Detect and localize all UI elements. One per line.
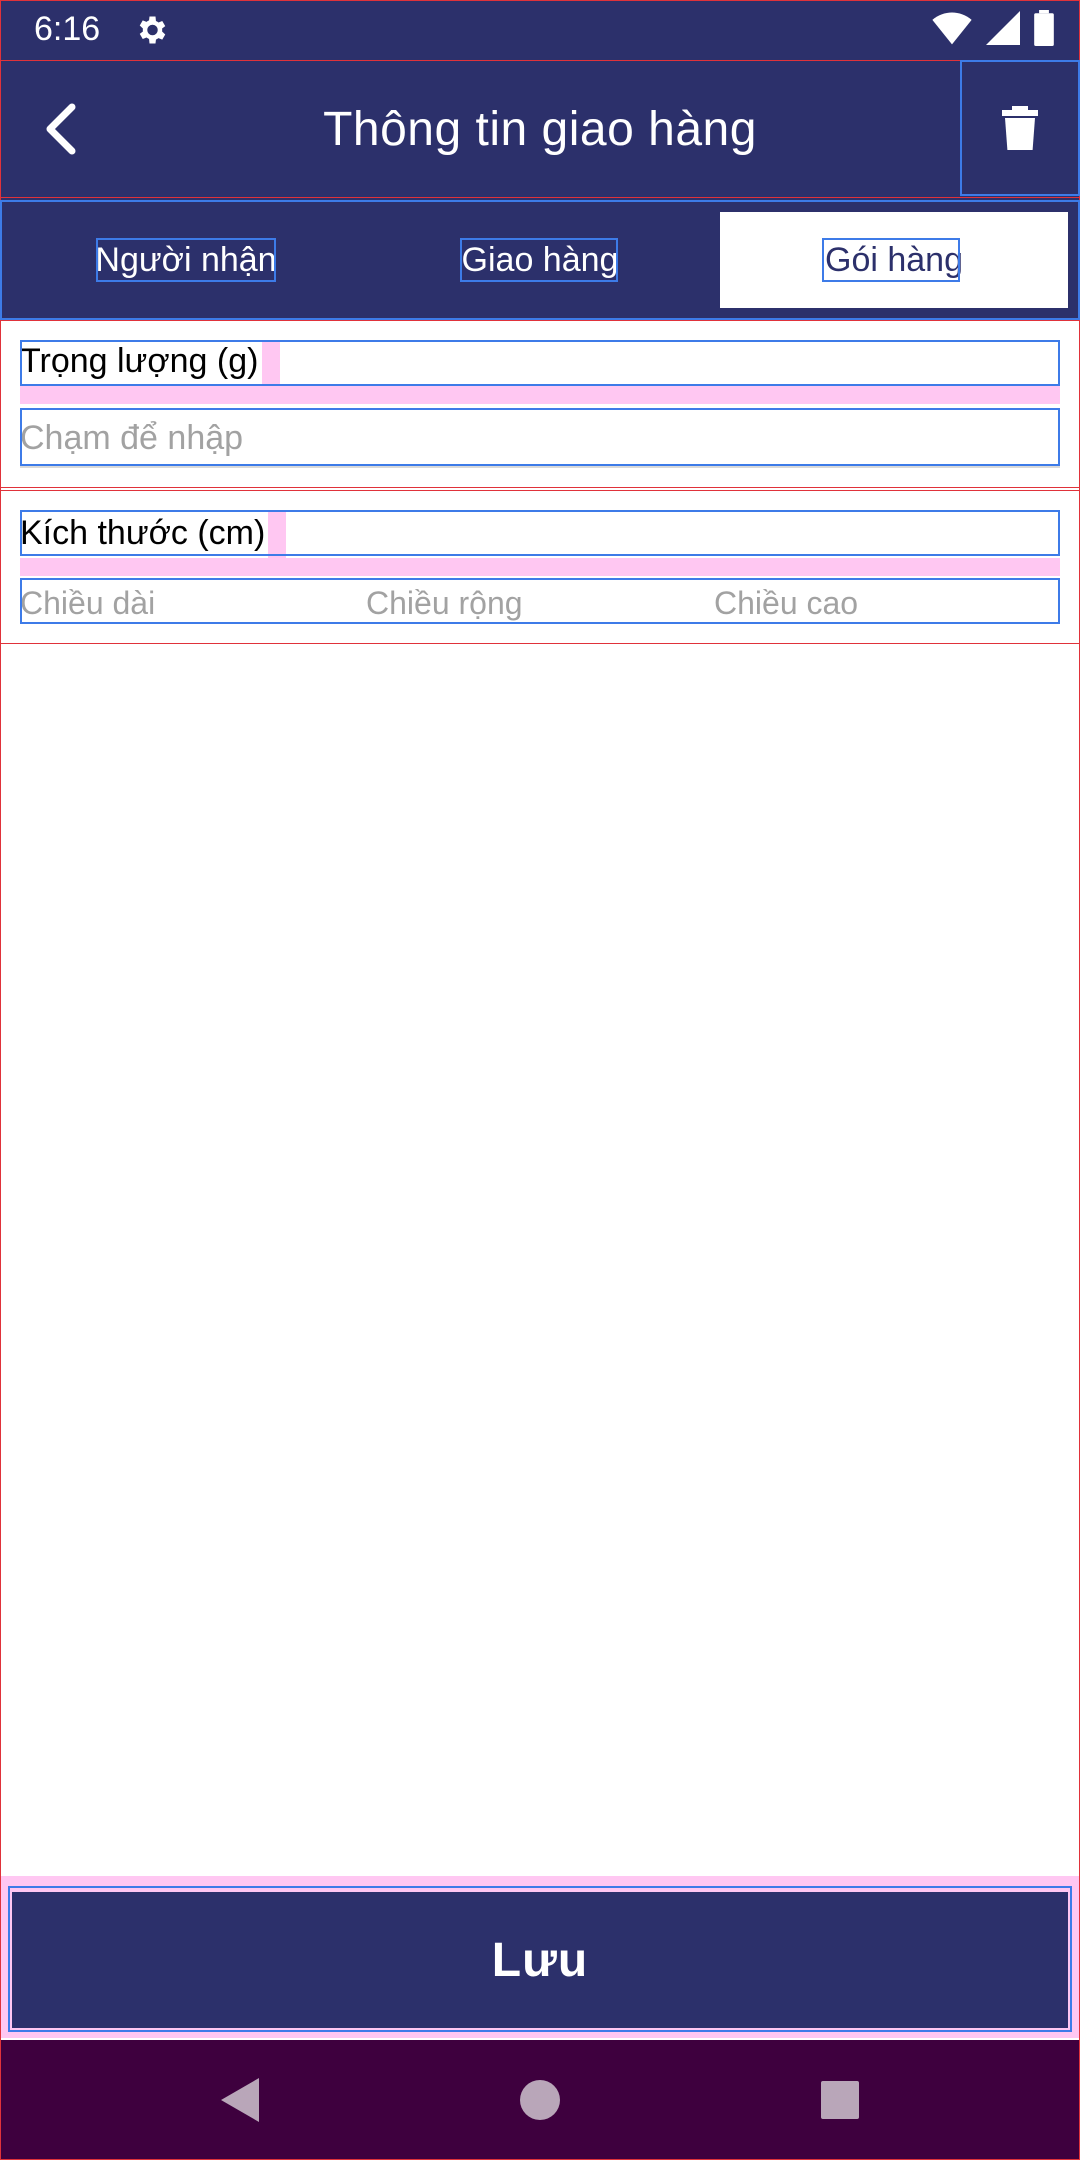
nav-recents-icon — [821, 2081, 859, 2119]
spacer — [262, 340, 280, 386]
weight-section: Trọng lượng (g) Chạm để nhập — [0, 322, 1080, 486]
spacer — [268, 512, 286, 558]
nav-home-button[interactable] — [440, 2040, 640, 2160]
tab-recipient[interactable]: Người nhận — [12, 212, 360, 308]
width-placeholder: Chiều rộng — [366, 584, 523, 621]
tab-package[interactable]: Gói hàng — [720, 212, 1068, 308]
nav-home-icon — [520, 2080, 560, 2120]
nav-back-button[interactable] — [140, 2040, 340, 2160]
weight-input[interactable]: Chạm để nhập — [20, 410, 1060, 468]
settings-gear-icon — [139, 16, 166, 44]
tab-label: Giao hàng — [461, 240, 619, 279]
tab-label: Gói hàng — [825, 240, 963, 279]
tab-bar: Người nhận Giao hàng Gói hàng — [0, 198, 1080, 320]
dimensions-section: Kích thước (cm) Chiều dài Chiều rộng Chi… — [0, 494, 1080, 644]
save-container: Lưu — [0, 1876, 1080, 2038]
system-nav-bar — [0, 2040, 1080, 2160]
length-placeholder: Chiều dài — [20, 584, 156, 621]
status-icons — [932, 10, 1054, 46]
tab-delivery[interactable]: Giao hàng — [366, 212, 714, 308]
app-bar: Thông tin giao hàng — [0, 60, 1080, 198]
status-bar: 6:16 — [0, 0, 1080, 60]
weight-label: Trọng lượng (g) — [20, 342, 259, 380]
back-button[interactable] — [0, 60, 120, 198]
trash-icon — [1002, 106, 1038, 150]
cell-signal-icon — [986, 11, 1020, 45]
save-button[interactable]: Lưu — [12, 1892, 1068, 2028]
back-arrow-icon — [46, 103, 76, 155]
length-input[interactable]: Chiều dài — [20, 580, 360, 626]
status-time: 6:16 — [34, 10, 101, 48]
spacer — [20, 558, 1060, 576]
nav-back-icon — [221, 2078, 259, 2122]
height-input[interactable]: Chiều cao — [714, 580, 1054, 626]
page-title: Thông tin giao hàng — [323, 102, 757, 156]
height-placeholder: Chiều cao — [714, 584, 859, 621]
delete-button[interactable] — [960, 60, 1080, 198]
wifi-icon — [932, 12, 972, 45]
dimensions-label: Kích thước (cm) — [20, 514, 266, 552]
width-input[interactable]: Chiều rộng — [366, 580, 706, 626]
nav-recents-button[interactable] — [740, 2040, 940, 2160]
battery-icon — [1034, 10, 1054, 46]
weight-placeholder: Chạm để nhập — [20, 418, 244, 457]
tab-label: Người nhận — [95, 240, 277, 279]
spacer — [20, 386, 1060, 404]
